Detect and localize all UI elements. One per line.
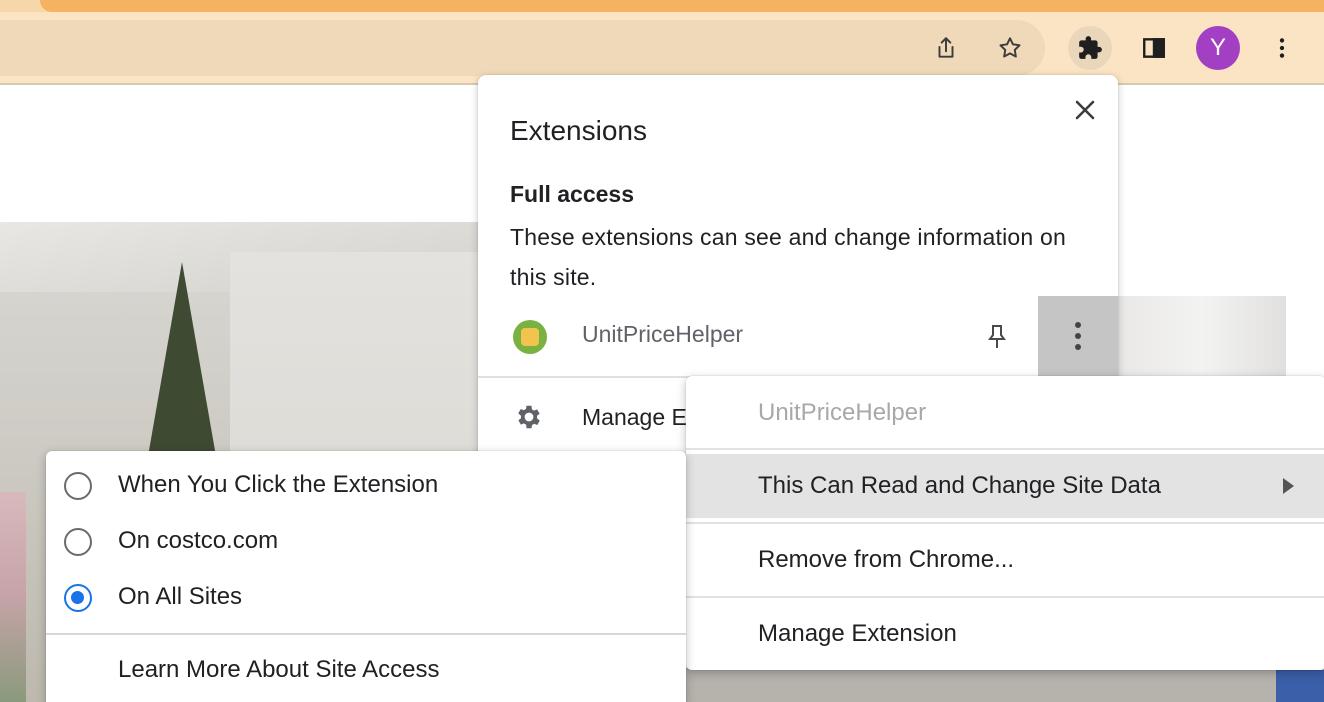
gear-icon (514, 402, 544, 432)
menu-item-label: This Can Read and Change Site Data (758, 472, 1161, 499)
address-bar[interactable] (0, 20, 1045, 76)
active-tab-edge[interactable] (40, 0, 1324, 12)
radio-label: On costco.com (118, 527, 279, 554)
menu-item-label: Remove from Chrome... (758, 546, 1015, 573)
menu-separator (686, 522, 1324, 524)
menu-item-manage-extension[interactable]: Manage Extension (686, 602, 1324, 666)
extension-context-menu: UnitPriceHelper This Can Read and Change… (686, 376, 1324, 670)
unitpricehelper-icon (513, 320, 547, 354)
submenu-arrow-icon (1283, 478, 1294, 494)
radio-button-checked[interactable] (64, 584, 92, 612)
manage-extensions-label: Manage E (582, 404, 687, 430)
radio-option-on-click[interactable]: When You Click the Extension (46, 458, 686, 514)
section-description: These extensions can see and change info… (510, 224, 1066, 290)
feedback-tab[interactable] (1276, 670, 1324, 702)
bookmark-star-icon[interactable] (988, 26, 1032, 70)
floor-image (686, 668, 1324, 702)
radio-option-this-site[interactable]: On costco.com (46, 514, 686, 570)
profile-avatar[interactable]: Y (1196, 26, 1240, 70)
extension-row[interactable]: UnitPriceHelper (478, 296, 1118, 376)
menu-item-site-data[interactable]: This Can Read and Change Site Data (686, 454, 1324, 518)
menu-header-label: UnitPriceHelper (758, 399, 927, 426)
close-icon[interactable] (1068, 93, 1102, 127)
menu-separator (686, 448, 1324, 450)
extension-more-button[interactable] (1038, 296, 1118, 376)
menu-separator (46, 633, 686, 635)
extensions-puzzle-icon[interactable] (1068, 26, 1112, 70)
radio-button[interactable] (64, 472, 92, 500)
share-icon[interactable] (924, 26, 968, 70)
site-access-submenu: When You Click the Extension On costco.c… (46, 451, 686, 702)
learn-more-link[interactable]: Learn More About Site Access (118, 656, 440, 684)
pin-icon[interactable] (982, 320, 1012, 354)
side-panel-icon[interactable] (1132, 26, 1176, 70)
section-title: Full access (510, 181, 635, 207)
profile-initial: Y (1209, 34, 1226, 61)
radio-label: On All Sites (118, 583, 243, 610)
extension-name: UnitPriceHelper (582, 321, 744, 347)
menu-separator (686, 596, 1324, 598)
more-vert-icon[interactable] (1260, 26, 1304, 70)
tab-strip (0, 0, 1324, 12)
radio-button[interactable] (64, 528, 92, 556)
popup-title: Extensions (510, 115, 647, 146)
menu-item-label: Manage Extension (758, 620, 957, 647)
radio-option-all-sites[interactable]: On All Sites (46, 570, 686, 626)
radio-label: When You Click the Extension (118, 471, 439, 498)
menu-header-extension-name: UnitPriceHelper (686, 381, 1324, 445)
menu-item-remove[interactable]: Remove from Chrome... (686, 528, 1324, 592)
product-image (1118, 296, 1286, 376)
